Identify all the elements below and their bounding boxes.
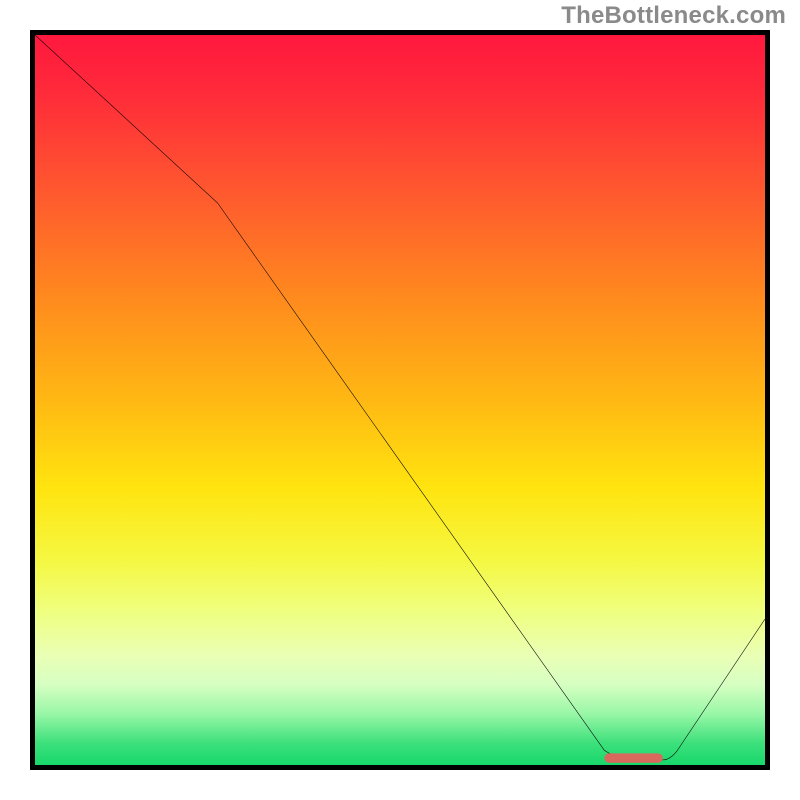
watermark-text: TheBottleneck.com: [561, 2, 786, 30]
chart-overlay: [35, 35, 765, 765]
chart-container: TheBottleneck.com: [0, 0, 800, 800]
bottleneck-curve: [35, 35, 765, 760]
sweet-spot-marker: [604, 753, 662, 762]
plot-area: [30, 30, 770, 770]
